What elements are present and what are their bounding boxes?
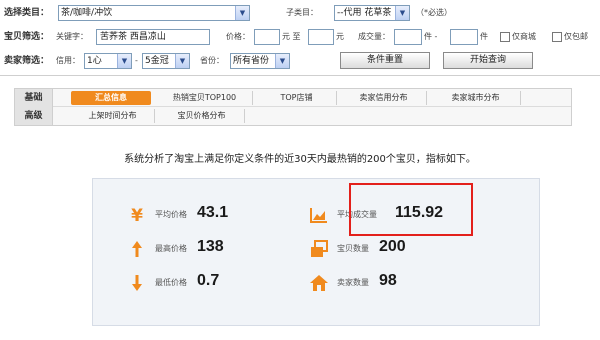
- postage-free-label: 仅包邮: [564, 32, 588, 41]
- province-value: 所有省份: [233, 56, 270, 66]
- report-tabs: 基础 汇总信息 热销宝贝TOP100 TOP店铺 卖家信用分布 卖家城市分布 高…: [14, 88, 572, 126]
- province-select[interactable]: 所有省份 ▼: [230, 53, 290, 69]
- arrow-up-icon: [132, 241, 142, 257]
- basic-tab-group-label: 基础: [15, 89, 53, 107]
- reset-button[interactable]: 条件重置: [340, 52, 430, 69]
- basic-tab-row: 基础 汇总信息 热销宝贝TOP100 TOP店铺 卖家信用分布 卖家城市分布: [15, 89, 571, 107]
- avg-price-value: 43.1: [197, 204, 229, 221]
- subcategory-value: --代用 花草茶: [337, 8, 392, 18]
- tab-top-shops[interactable]: TOP店铺: [257, 91, 337, 105]
- tab-summary[interactable]: 汇总信息: [71, 91, 151, 105]
- chevron-down-icon: ▼: [275, 54, 289, 68]
- postage-free-checkbox[interactable]: [552, 32, 562, 42]
- avg-price-label: 平均价格: [155, 210, 187, 219]
- stat-min-price: 最低价格 0.7: [127, 269, 307, 299]
- svg-text:¥: ¥: [131, 206, 143, 225]
- seller-count-value: 98: [379, 272, 397, 289]
- tab-seller-credit[interactable]: 卖家信用分布: [341, 91, 427, 105]
- category-label: 选择类目：: [4, 8, 50, 18]
- advanced-tab-group-label: 高级: [15, 107, 53, 125]
- category-select[interactable]: 茶/咖啡/冲饮 ▼: [58, 5, 250, 21]
- category-value: 茶/咖啡/冲饮: [61, 8, 113, 18]
- keyword-input[interactable]: 苦荞茶 西昌凉山: [96, 29, 210, 45]
- price-min-input[interactable]: [254, 29, 280, 45]
- stat-avg-price: ¥ 平均价格 43.1: [127, 201, 307, 231]
- item-filter-label: 宝贝筛选：: [4, 32, 50, 42]
- stat-item-count: 宝贝数量 200: [309, 235, 509, 265]
- price-unit-to: 元: [336, 32, 344, 41]
- seller-filter-label: 卖家筛选：: [4, 56, 50, 66]
- credit-to-value: 5金冠: [145, 56, 169, 66]
- advanced-tab-row: 高级 上架时间分布 宝贝价格分布: [15, 107, 571, 125]
- highlight-box: [349, 183, 473, 236]
- credit-from-value: 1心: [87, 56, 102, 66]
- mall-only-checkbox[interactable]: [500, 32, 510, 42]
- arrow-down-icon: [132, 275, 142, 291]
- summary-text: 系统分析了淘宝上满足你定义条件的近30天内最热销的200个宝贝，指标如下。: [124, 154, 476, 165]
- max-price-value: 138: [197, 238, 224, 255]
- chevron-down-icon: ▼: [175, 54, 189, 68]
- chevron-down-icon: ▼: [235, 6, 249, 20]
- price-label: 价格：: [226, 32, 250, 41]
- stat-seller-count: 卖家数量 98: [309, 269, 509, 299]
- item-count-label: 宝贝数量: [337, 244, 369, 253]
- sales-label: 成交量：: [358, 32, 390, 41]
- sales-unit-from: 件 -: [424, 32, 438, 41]
- credit-to-select[interactable]: 5金冠 ▼: [142, 53, 190, 69]
- area-chart-icon: [310, 208, 327, 223]
- item-filter-row: 宝贝筛选： 关键字： 苦荞茶 西昌凉山 价格： 元 至 元 成交量： 件 - 件…: [0, 27, 600, 47]
- keyword-label: 关键字：: [56, 32, 88, 41]
- credit-label: 信用：: [56, 56, 80, 65]
- tab-hot-items[interactable]: 热销宝贝TOP100: [157, 91, 253, 105]
- query-button[interactable]: 开始查询: [443, 52, 533, 69]
- sales-max-input[interactable]: [450, 29, 478, 45]
- yen-icon: ¥: [131, 206, 143, 225]
- min-price-label: 最低价格: [155, 278, 187, 287]
- min-price-value: 0.7: [197, 272, 220, 289]
- house-icon: [310, 275, 328, 291]
- credit-separator: -: [135, 56, 138, 65]
- sales-min-input[interactable]: [394, 29, 422, 45]
- max-price-label: 最高价格: [155, 244, 187, 253]
- price-unit-from: 元 至: [282, 32, 301, 41]
- mall-only-label: 仅商城: [512, 32, 536, 41]
- sales-unit-to: 件: [480, 32, 488, 41]
- province-label: 省份：: [200, 56, 224, 65]
- stacked-boxes-icon: [311, 240, 328, 257]
- filter-panel: 选择类目： 茶/咖啡/冲饮 ▼ 子类目： --代用 花草茶 ▼ （*必选） 宝贝…: [0, 0, 600, 76]
- seller-filter-row: 卖家筛选： 信用： 1心 ▼ - 5金冠 ▼ 省份： 所有省份 ▼ 条件重置 开…: [0, 51, 600, 71]
- subcategory-label: 子类目：: [286, 8, 318, 17]
- tab-listing-time[interactable]: 上架时间分布: [71, 109, 155, 123]
- seller-count-label: 卖家数量: [337, 278, 369, 287]
- credit-from-select[interactable]: 1心 ▼: [84, 53, 132, 69]
- tab-seller-city[interactable]: 卖家城市分布: [431, 91, 521, 105]
- item-count-value: 200: [379, 238, 406, 255]
- required-note: （*必选）: [416, 8, 452, 17]
- price-max-input[interactable]: [308, 29, 334, 45]
- tab-price-distribution[interactable]: 宝贝价格分布: [159, 109, 245, 123]
- category-row: 选择类目： 茶/咖啡/冲饮 ▼ 子类目： --代用 花草茶 ▼ （*必选）: [0, 3, 600, 23]
- stat-max-price: 最高价格 138: [127, 235, 307, 265]
- chevron-down-icon: ▼: [395, 6, 409, 20]
- chevron-down-icon: ▼: [117, 54, 131, 68]
- subcategory-select[interactable]: --代用 花草茶 ▼: [334, 5, 410, 21]
